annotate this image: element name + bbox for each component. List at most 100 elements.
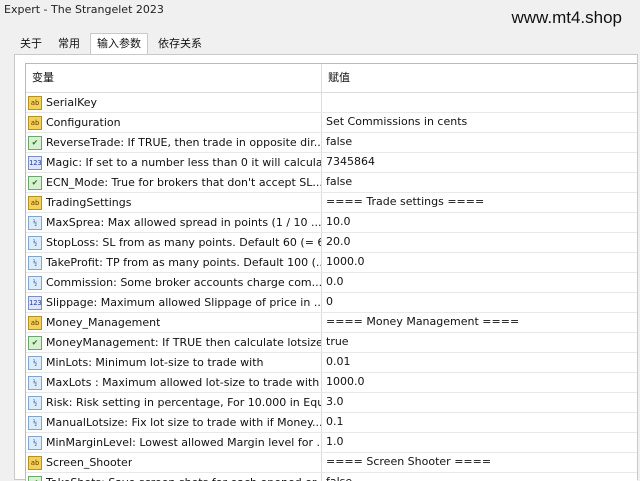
- inputs-panel: 变量 赋值 ab SerialKey ab Configuration Set Comm…: [14, 54, 638, 480]
- variable-cell[interactable]: ½ Commission: Some broker accounts charge…: [26, 273, 322, 292]
- table-row[interactable]: ab SerialKey: [26, 93, 637, 113]
- string-type-icon: ab: [28, 316, 42, 330]
- table-row[interactable]: ½StopLoss: SL from as many points. Defau…: [26, 233, 637, 253]
- table-row[interactable]: ½ Risk: Risk setting in percentage, For 1…: [26, 393, 637, 413]
- variable-cell[interactable]: ✔MoneyManagement: If TRUE then calculate…: [26, 333, 322, 352]
- table-row[interactable]: ab Screen_Shooter ==== Screen Shooter ====: [26, 453, 637, 473]
- double-type-icon: ½: [28, 416, 42, 430]
- value-cell[interactable]: ==== Money Management ====: [322, 313, 637, 332]
- bool-type-icon: ✔: [28, 476, 42, 481]
- variable-cell[interactable]: ab Configuration: [26, 113, 322, 132]
- watermark: www.mt4.shop: [511, 8, 622, 28]
- value-cell[interactable]: false: [322, 133, 637, 152]
- double-type-icon: ½: [28, 356, 42, 370]
- string-type-icon: ab: [28, 196, 42, 210]
- column-header-value[interactable]: 赋值: [322, 64, 637, 92]
- string-type-icon: ab: [28, 116, 42, 130]
- variable-name: ECN_Mode: True for brokers that don't ac…: [46, 176, 321, 189]
- value-cell[interactable]: 0.0: [322, 273, 637, 292]
- value-cell[interactable]: 1.0: [322, 433, 637, 452]
- variable-name: Configuration: [46, 116, 121, 129]
- variable-name: SerialKey: [46, 96, 97, 109]
- table-row[interactable]: 123Slippage: Maximum allowed Slippage of…: [26, 293, 637, 313]
- variable-cell[interactable]: ½MinMarginLevel: Lowest allowed Margin l…: [26, 433, 322, 452]
- value-cell[interactable]: false: [322, 173, 637, 192]
- table-row[interactable]: ½ Commission: Some broker accounts charge…: [26, 273, 637, 293]
- double-type-icon: ½: [28, 396, 42, 410]
- value-cell[interactable]: 3.0: [322, 393, 637, 412]
- value-cell[interactable]: 0.1: [322, 413, 637, 432]
- double-type-icon: ½: [28, 236, 42, 250]
- double-type-icon: ½: [28, 436, 42, 450]
- int-type-icon: 123: [28, 156, 42, 170]
- variable-cell[interactable]: ½ MaxSprea: Max allowed spread in points …: [26, 213, 322, 232]
- bool-type-icon: ✔: [28, 136, 42, 150]
- variable-name: TakeShots: Save screen shots for each op…: [46, 476, 321, 481]
- table-row[interactable]: ½ MaxLots : Maximum allowed lot-size to t…: [26, 373, 637, 393]
- variable-name: Risk: Risk setting in percentage, For 10…: [46, 396, 321, 409]
- double-type-icon: ½: [28, 376, 42, 390]
- table-row[interactable]: ab Configuration Set Commissions in cents: [26, 113, 637, 133]
- variable-cell[interactable]: ½TakeProfit: TP from as many points. Def…: [26, 253, 322, 272]
- tab-dependencies[interactable]: 依存关系: [152, 34, 208, 54]
- table-row[interactable]: ✔ ReverseTrade: If TRUE, then trade in op…: [26, 133, 637, 153]
- variable-name: MaxSprea: Max allowed spread in points (…: [46, 216, 321, 229]
- table-row[interactable]: ½ MinLots: Minimum lot-size to trade with…: [26, 353, 637, 373]
- table-row[interactable]: ½TakeProfit: TP from as many points. Def…: [26, 253, 637, 273]
- table-row[interactable]: ✔ECN_Mode: True for brokers that don't a…: [26, 173, 637, 193]
- variable-cell[interactable]: 123 Magic: If set to a number less than 0…: [26, 153, 322, 172]
- table-row[interactable]: ½ MaxSprea: Max allowed spread in points …: [26, 213, 637, 233]
- variable-name: MoneyManagement: If TRUE then calculate …: [46, 336, 321, 349]
- value-cell[interactable]: 1000.0: [322, 373, 637, 392]
- double-type-icon: ½: [28, 276, 42, 290]
- variable-cell[interactable]: ab SerialKey: [26, 93, 322, 112]
- variable-name: ManualLotsize: Fix lot size to trade wit…: [46, 416, 321, 429]
- variable-cell[interactable]: ½StopLoss: SL from as many points. Defau…: [26, 233, 322, 252]
- tab-about[interactable]: 关于: [14, 34, 48, 54]
- value-cell[interactable]: [322, 93, 637, 112]
- value-cell[interactable]: 10.0: [322, 213, 637, 232]
- tab-common[interactable]: 常用: [52, 34, 86, 54]
- variable-name: Magic: If set to a number less than 0 it…: [46, 156, 321, 169]
- variable-name: ReverseTrade: If TRUE, then trade in opp…: [46, 136, 321, 149]
- value-cell[interactable]: ==== Screen Shooter ====: [322, 453, 637, 472]
- table-row[interactable]: ✔MoneyManagement: If TRUE then calculate…: [26, 333, 637, 353]
- string-type-icon: ab: [28, 96, 42, 110]
- value-cell[interactable]: ==== Trade settings ====: [322, 193, 637, 212]
- variable-cell[interactable]: ab TradingSettings: [26, 193, 322, 212]
- double-type-icon: ½: [28, 216, 42, 230]
- table-row[interactable]: ab Money_Management ==== Money Management …: [26, 313, 637, 333]
- table-header: 变量 赋值: [26, 64, 637, 93]
- variable-cell[interactable]: ½ Risk: Risk setting in percentage, For 1…: [26, 393, 322, 412]
- variable-cell[interactable]: ab Money_Management: [26, 313, 322, 332]
- value-cell[interactable]: Set Commissions in cents: [322, 113, 637, 132]
- table-row[interactable]: 123 Magic: If set to a number less than 0…: [26, 153, 637, 173]
- value-cell[interactable]: 7345864: [322, 153, 637, 172]
- parameters-table: 变量 赋值 ab SerialKey ab Configuration Set Comm…: [25, 63, 637, 481]
- variable-cell[interactable]: ½ MinLots: Minimum lot-size to trade with: [26, 353, 322, 372]
- value-cell[interactable]: 1000.0: [322, 253, 637, 272]
- variable-cell[interactable]: ✔ ReverseTrade: If TRUE, then trade in op…: [26, 133, 322, 152]
- value-cell[interactable]: 0.01: [322, 353, 637, 372]
- value-cell[interactable]: 0: [322, 293, 637, 312]
- variable-name: Slippage: Maximum allowed Slippage of pr…: [46, 296, 321, 309]
- tab-inputs[interactable]: 输入参数: [90, 33, 148, 56]
- variable-cell[interactable]: ab Screen_Shooter: [26, 453, 322, 472]
- column-header-variable[interactable]: 变量: [26, 64, 322, 92]
- variable-name: Screen_Shooter: [46, 456, 132, 469]
- table-row[interactable]: ½MinMarginLevel: Lowest allowed Margin l…: [26, 433, 637, 453]
- variable-cell[interactable]: 123Slippage: Maximum allowed Slippage of…: [26, 293, 322, 312]
- variable-cell[interactable]: ½ MaxLots : Maximum allowed lot-size to t…: [26, 373, 322, 392]
- variable-name: MaxLots : Maximum allowed lot-size to tr…: [46, 376, 319, 389]
- variable-name: MinLots: Minimum lot-size to trade with: [46, 356, 264, 369]
- variable-cell[interactable]: ✔ECN_Mode: True for brokers that don't a…: [26, 173, 322, 192]
- table-row[interactable]: ab TradingSettings ==== Trade settings ===…: [26, 193, 637, 213]
- string-type-icon: ab: [28, 456, 42, 470]
- variable-cell[interactable]: ½ ManualLotsize: Fix lot size to trade wi…: [26, 413, 322, 432]
- variable-name: Money_Management: [46, 316, 160, 329]
- variable-name: Commission: Some broker accounts charge …: [46, 276, 321, 289]
- table-row[interactable]: ½ ManualLotsize: Fix lot size to trade wi…: [26, 413, 637, 433]
- variable-name: TradingSettings: [46, 196, 131, 209]
- value-cell[interactable]: true: [322, 333, 637, 352]
- value-cell[interactable]: 20.0: [322, 233, 637, 252]
